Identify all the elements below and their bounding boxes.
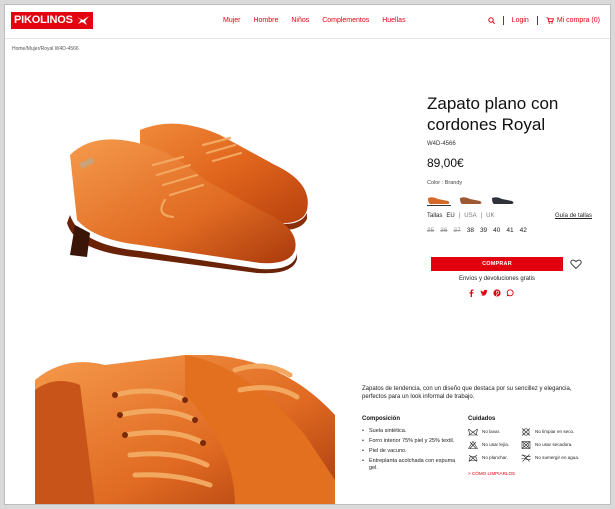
main-navigation: Mujer Hombre Niños Complementos Huellas bbox=[223, 17, 417, 24]
swatch-marine[interactable] bbox=[491, 193, 515, 206]
swatch-cuero[interactable] bbox=[459, 193, 483, 206]
nav-divider bbox=[536, 16, 538, 25]
care-label: No planchar. bbox=[482, 455, 508, 461]
search-icon[interactable] bbox=[487, 17, 495, 24]
nav-item-ninos[interactable]: Niños bbox=[291, 17, 309, 24]
no-bleach-icon bbox=[468, 441, 478, 449]
no-tumble-dry-icon bbox=[521, 441, 531, 449]
size-unit-eu[interactable]: EU bbox=[446, 213, 454, 219]
care-instructions-link[interactable]: > CÓMO LIMPIARLOS bbox=[468, 471, 598, 476]
size-option-42[interactable]: 42 bbox=[520, 227, 527, 234]
size-option-37[interactable]: 37 bbox=[453, 227, 460, 234]
size-unit-usa[interactable]: USA bbox=[464, 213, 476, 219]
care-label: No sumergir en agua. bbox=[535, 455, 580, 461]
nav-divider bbox=[502, 16, 504, 25]
logo-text: PIKOLINOS bbox=[14, 14, 73, 26]
care-item: No usar secadora. bbox=[521, 441, 591, 449]
product-title: Zapato plano con cordones Royal bbox=[427, 94, 559, 134]
size-option-39[interactable]: 39 bbox=[480, 227, 487, 234]
size-option-36[interactable]: 36 bbox=[440, 227, 447, 234]
heart-icon[interactable] bbox=[570, 258, 582, 270]
care-label: No lavar. bbox=[482, 429, 501, 435]
size-unit-uk[interactable]: UK bbox=[486, 213, 494, 219]
sizes-label: Tallas bbox=[427, 213, 443, 219]
care-item: No lavar. bbox=[468, 428, 521, 436]
cart-icon[interactable] bbox=[546, 17, 554, 24]
size-options: 35 36 37 38 39 40 41 42 bbox=[427, 227, 592, 234]
no-wash-icon bbox=[468, 428, 478, 436]
care-section: Cuidados No lavar. No limpiar en seco. N… bbox=[468, 416, 598, 476]
size-guide-link[interactable]: Guía de tallas bbox=[555, 213, 592, 219]
size-option-40[interactable]: 40 bbox=[493, 227, 500, 234]
facebook-icon[interactable] bbox=[468, 289, 475, 297]
care-label: No usar lejía. bbox=[482, 442, 510, 448]
care-label: No usar secadora. bbox=[535, 442, 573, 448]
no-dry-clean-icon bbox=[521, 428, 531, 436]
care-item: No usar lejía. bbox=[468, 441, 521, 449]
product-page: PIKOLINOS Mujer Hombre Niños Complemento… bbox=[4, 4, 611, 505]
unit-divider: | bbox=[458, 213, 461, 219]
composition-title: Composición bbox=[362, 416, 401, 422]
login-link[interactable]: Login bbox=[512, 17, 529, 24]
no-iron-icon bbox=[468, 454, 478, 462]
twitter-icon[interactable] bbox=[480, 289, 488, 297]
list-item: Entreplanta acolchada con espuma gel. bbox=[362, 458, 462, 472]
nav-item-complementos[interactable]: Complementos bbox=[322, 17, 369, 24]
composition-list: Suela sintética. Forro interior 75% piel… bbox=[362, 428, 462, 472]
size-option-41[interactable]: 41 bbox=[506, 227, 513, 234]
swatch-brandy[interactable] bbox=[427, 193, 451, 206]
size-unit-row: Tallas EU | USA | UK Guía de tallas bbox=[427, 213, 592, 219]
nav-item-hombre[interactable]: Hombre bbox=[253, 17, 278, 24]
product-price: 89,00€ bbox=[427, 156, 464, 170]
share-links bbox=[468, 289, 514, 297]
breadcrumb[interactable]: Home/Mujer/Royal W4D-4566 bbox=[12, 46, 79, 52]
size-option-38[interactable]: 38 bbox=[467, 227, 474, 234]
shipping-note: Envíos y devoluciones gratis bbox=[458, 276, 536, 282]
product-info: Zapato plano con cordones Royal W4D-4566… bbox=[427, 93, 592, 234]
shoe-thumbnail-icon bbox=[428, 197, 450, 204]
brand-logo[interactable]: PIKOLINOS bbox=[11, 12, 93, 29]
pinterest-icon[interactable] bbox=[493, 289, 501, 297]
product-description: Zapatos de tendencia, con un diseño que … bbox=[362, 386, 572, 400]
size-option-35[interactable]: 35 bbox=[427, 227, 434, 234]
product-image-detail[interactable] bbox=[35, 355, 335, 505]
care-item: No planchar. bbox=[468, 454, 521, 462]
shoe-thumbnail-icon bbox=[460, 197, 482, 204]
bird-logo-icon bbox=[76, 16, 89, 25]
product-reference: W4D-4566 bbox=[427, 141, 456, 147]
composition-section: Composición Suela sintética. Forro inter… bbox=[362, 416, 462, 475]
care-label: No limpiar en seco. bbox=[535, 429, 575, 435]
care-item: No limpiar en seco. bbox=[521, 428, 591, 436]
nav-item-mujer[interactable]: Mujer bbox=[223, 17, 241, 24]
list-item: Forro interior 75% piel y 25% textil. bbox=[362, 438, 462, 445]
whatsapp-icon[interactable] bbox=[506, 289, 514, 297]
nav-item-huellas[interactable]: Huellas bbox=[382, 17, 405, 24]
care-title: Cuidados bbox=[468, 416, 496, 422]
color-swatches bbox=[427, 193, 592, 206]
cart-link[interactable]: Mi compra (0) bbox=[557, 17, 600, 24]
unit-divider: | bbox=[480, 213, 483, 219]
site-header: PIKOLINOS Mujer Hombre Niños Complemento… bbox=[5, 5, 610, 39]
list-item: Suela sintética. bbox=[362, 428, 462, 435]
no-soak-icon bbox=[521, 454, 531, 462]
buy-button[interactable]: COMPRAR bbox=[431, 257, 563, 271]
care-item: No sumergir en agua. bbox=[521, 454, 591, 462]
list-item: Piel de vacuno. bbox=[362, 448, 462, 455]
care-grid: No lavar. No limpiar en seco. No usar le… bbox=[468, 428, 598, 462]
product-image-main[interactable] bbox=[45, 105, 345, 275]
user-navigation: Login Mi compra (0) bbox=[487, 16, 600, 25]
color-label: Color : Brandy bbox=[427, 180, 463, 186]
shoe-thumbnail-icon bbox=[492, 197, 514, 204]
